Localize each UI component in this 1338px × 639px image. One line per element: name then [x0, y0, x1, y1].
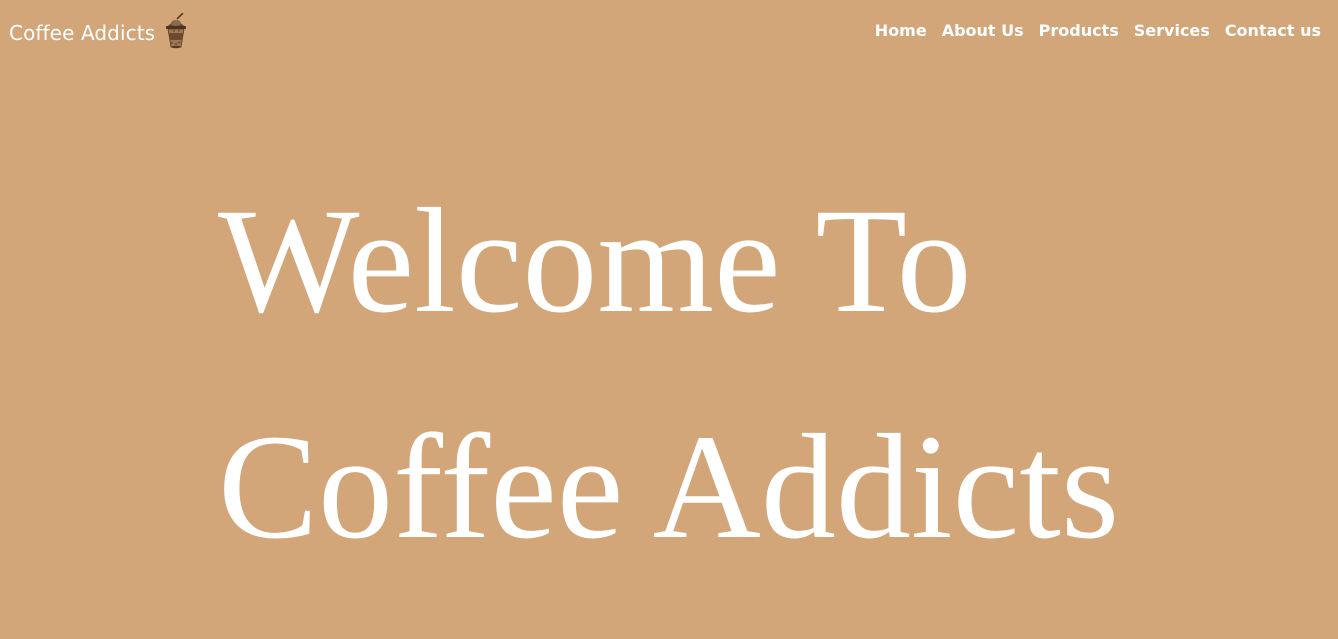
brand-logo[interactable]: Coffee Addicts [9, 12, 189, 51]
nav-link-contact-us[interactable]: Contact us [1225, 20, 1321, 42]
nav-link-products[interactable]: Products [1039, 20, 1119, 42]
main-nav: Home About Us Products Services Contact … [875, 20, 1321, 42]
brand-title: Coffee Addicts [9, 21, 156, 45]
hero-section: Welcome To Coffee Addicts [218, 148, 1218, 600]
nav-link-home[interactable]: Home [875, 20, 927, 42]
hero-heading-line-2: Coffee Addicts [218, 404, 1120, 570]
coffee-cup-icon [163, 12, 189, 51]
top-navbar: Coffee Addicts Home About Us Products Se… [0, 0, 1338, 62]
nav-link-services[interactable]: Services [1134, 20, 1210, 42]
nav-link-about-us[interactable]: About Us [942, 20, 1024, 42]
hero-heading-line-1: Welcome To [218, 178, 972, 344]
